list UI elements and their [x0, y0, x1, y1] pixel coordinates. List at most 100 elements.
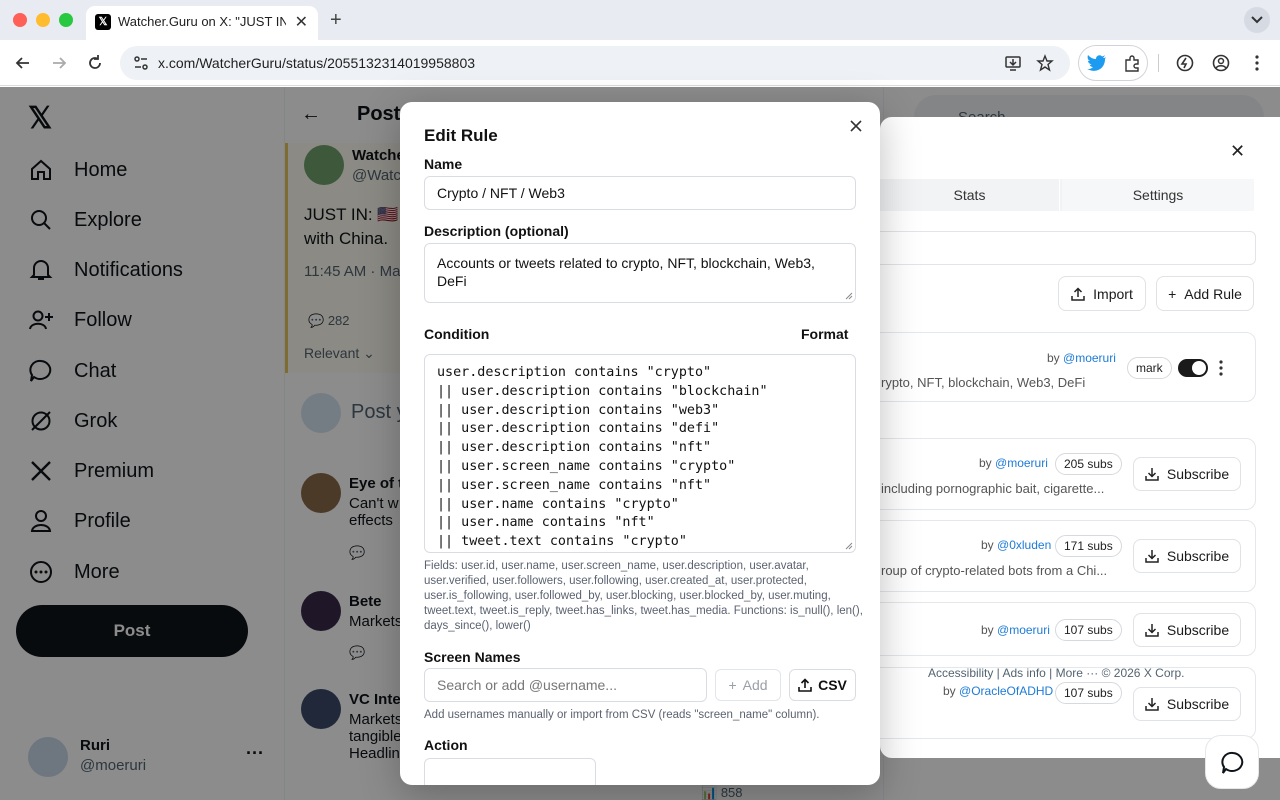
screen-names-label: Screen Names: [424, 649, 521, 665]
profile-icon[interactable]: [1211, 53, 1231, 73]
add-rule-button[interactable]: + Add Rule: [1156, 276, 1254, 311]
tab-settings[interactable]: Settings: [1062, 179, 1254, 211]
subscriber-count-badge: 107 subs: [1055, 682, 1122, 704]
new-tab-icon[interactable]: +: [330, 9, 342, 32]
rule-filter-input[interactable]: [880, 231, 1256, 265]
author-link[interactable]: @moeruri: [1063, 351, 1116, 365]
close-icon[interactable]: ✕: [1230, 141, 1245, 162]
subscribe-label: Subscribe: [1166, 696, 1230, 712]
browser-tab[interactable]: 𝕏 Watcher.Guru on X: "JUST IN ✕: [86, 6, 318, 40]
import-button[interactable]: Import: [1058, 276, 1146, 311]
tab-close-icon[interactable]: ✕: [295, 12, 308, 32]
subscribe-button[interactable]: Subscribe: [1133, 457, 1241, 491]
by-label: by: [981, 623, 994, 637]
puzzle-extensions-icon[interactable]: [1123, 54, 1141, 72]
subscribe-button[interactable]: Subscribe: [1133, 539, 1241, 573]
resize-handle-icon[interactable]: [845, 292, 853, 300]
condition-label: Condition: [424, 326, 490, 342]
rule-card[interactable]: by @moeruri including pornographic bait,…: [880, 438, 1256, 510]
condition-code-editor[interactable]: user.description contains "crypto" || us…: [424, 354, 856, 553]
rule-description-field[interactable]: Accounts or tweets related to crypto, NF…: [424, 243, 856, 303]
chat-fab-button[interactable]: [1205, 735, 1259, 789]
rule-author: by @moeruri: [981, 623, 1050, 637]
name-label: Name: [424, 156, 463, 172]
author-link[interactable]: @moeruri: [995, 456, 1048, 470]
author-link[interactable]: @moeruri: [997, 623, 1050, 637]
rule-card[interactable]: by @moeruri 107 subs Subscribe: [880, 602, 1256, 656]
by-label: by: [979, 456, 992, 470]
csv-label: CSV: [818, 677, 847, 693]
status-badge: mark: [1127, 357, 1172, 379]
download-icon: [1145, 624, 1159, 637]
close-icon[interactable]: [848, 118, 864, 134]
author-link[interactable]: @OracleOfADHD: [959, 684, 1053, 698]
back-arrow-icon[interactable]: [13, 53, 33, 73]
forward-arrow-icon[interactable]: [49, 53, 69, 73]
subscribe-label: Subscribe: [1166, 622, 1230, 638]
plus-icon: +: [728, 677, 737, 693]
toolbar-divider: [1158, 54, 1159, 72]
twitter-bird-extension-icon[interactable]: [1087, 54, 1107, 72]
rule-author: by @0xluden: [981, 538, 1051, 552]
upload-icon: [1071, 286, 1085, 301]
rule-author: by @OracleOfADHD: [943, 684, 1053, 698]
screen-names-help-text: Add usernames manually or import from CS…: [424, 709, 820, 721]
reload-icon[interactable]: [85, 53, 105, 73]
condition-code: user.description contains "crypto" || us…: [437, 365, 768, 550]
download-icon: [1145, 698, 1159, 711]
rule-name-field[interactable]: Crypto / NFT / Web3: [424, 176, 856, 210]
subscriber-count-badge: 171 subs: [1055, 535, 1122, 557]
description-value: Accounts or tweets related to crypto, NF…: [437, 255, 815, 289]
chevron-down-icon: [1251, 16, 1263, 24]
download-icon: [1145, 468, 1159, 481]
rule-card[interactable]: by @moeruri rypto, NFT, blockchain, Web3…: [880, 332, 1256, 402]
action-label: Action: [424, 737, 468, 753]
extensions-pill: [1078, 45, 1148, 81]
add-label: Add: [742, 677, 768, 693]
install-app-icon[interactable]: [1004, 54, 1022, 72]
address-toolbar: x.com/WatcherGuru/status/205513231401995…: [0, 40, 1280, 86]
extension-panel: ✕ Stats Settings Import + Add Rule by @m…: [880, 117, 1280, 758]
dialog-title: Edit Rule: [424, 126, 498, 145]
chat-bubble-icon: [1221, 751, 1244, 774]
rule-description: roup of crypto-related bots from a Chi..…: [881, 563, 1108, 578]
kebab-menu-icon[interactable]: [1247, 53, 1267, 73]
performance-icon[interactable]: [1175, 53, 1195, 73]
site-settings-icon[interactable]: [132, 54, 150, 72]
close-window-button[interactable]: [13, 13, 27, 27]
action-select[interactable]: [424, 758, 596, 785]
edit-rule-dialog: Edit Rule Name Crypto / NFT / Web3 Descr…: [400, 102, 880, 785]
resize-handle-icon[interactable]: [845, 542, 853, 550]
tab-stats[interactable]: Stats: [880, 179, 1060, 211]
plus-icon: +: [1168, 285, 1177, 302]
rule-description: including pornographic bait, cigarette..…: [881, 481, 1105, 496]
rule-card[interactable]: by @0xluden roup of crypto-related bots …: [880, 520, 1256, 592]
subscribe-button[interactable]: Subscribe: [1133, 613, 1241, 647]
add-screen-name-button[interactable]: + Add: [715, 669, 781, 701]
browser-tab-bar: 𝕏 Watcher.Guru on X: "JUST IN ✕ +: [0, 0, 1280, 40]
url-text: x.com/WatcherGuru/status/205513231401995…: [158, 55, 476, 71]
tab-search-button[interactable]: [1244, 7, 1270, 33]
subscriber-count-badge: 107 subs: [1055, 619, 1122, 641]
format-button[interactable]: Format: [801, 326, 848, 342]
footer-links[interactable]: Accessibility | Ads info | More ··· © 20…: [928, 666, 1185, 680]
tab-title: Watcher.Guru on X: "JUST IN: [118, 14, 286, 29]
rule-author: by @moeruri: [1047, 351, 1116, 365]
bookmark-star-icon[interactable]: [1036, 54, 1054, 72]
upload-icon: [798, 678, 812, 692]
download-icon: [1145, 550, 1159, 563]
minimize-window-button[interactable]: [36, 13, 50, 27]
kebab-menu-icon[interactable]: [1218, 359, 1224, 377]
rule-author: by @moeruri: [979, 456, 1048, 470]
screen-name-search-input[interactable]: Search or add @username...: [424, 668, 707, 702]
description-label: Description (optional): [424, 223, 569, 239]
by-label: by: [943, 684, 956, 698]
subscribe-button[interactable]: Subscribe: [1133, 687, 1241, 721]
author-link[interactable]: @0xluden: [997, 538, 1051, 552]
rule-enabled-toggle[interactable]: [1178, 359, 1208, 377]
omnibox[interactable]: x.com/WatcherGuru/status/205513231401995…: [120, 46, 1070, 80]
import-csv-button[interactable]: CSV: [789, 669, 856, 701]
maximize-window-button[interactable]: [59, 13, 73, 27]
extension-tabs: Stats Settings: [880, 179, 1254, 211]
add-rule-label: Add Rule: [1184, 285, 1242, 302]
